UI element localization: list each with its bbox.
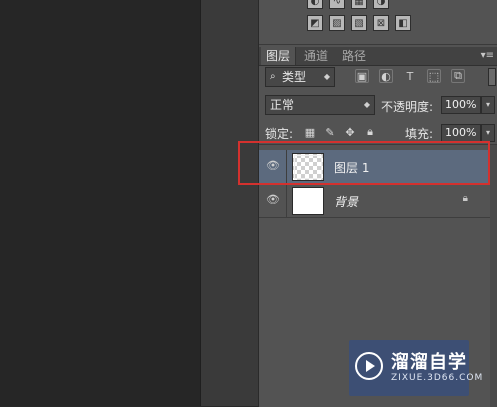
opacity-label: 不透明度: xyxy=(381,100,434,114)
opacity-slider-toggle[interactable]: ▾ xyxy=(481,96,495,114)
layer-row-background[interactable]: 👁︎ 背景 🔒︎ xyxy=(259,184,490,218)
fill-input[interactable]: 100% xyxy=(441,124,481,142)
lock-options: ▦ ✎ ✥ 🔒︎ xyxy=(304,125,376,139)
filter-kind-dropdown[interactable]: ⌕ 类型 ◆ xyxy=(265,67,335,87)
threshold-adjust-icon[interactable]: ▧ xyxy=(351,15,367,31)
watermark-url: ZIXUE.3D66.COM xyxy=(391,373,484,383)
tab-layers[interactable]: 图层 xyxy=(261,47,297,65)
opacity-input[interactable]: 100% xyxy=(441,96,481,114)
adjustment-filter-icon[interactable]: ◐ xyxy=(379,69,393,83)
layer-lock-icon: 🔒︎ xyxy=(462,193,468,204)
watermark: 溜溜自学 ZIXUE.3D66.COM xyxy=(349,340,482,396)
visibility-eye-icon[interactable]: 👁︎ xyxy=(265,159,281,173)
adjustments-panel: ◐ ∿ ▦ ◑ ◩ ▨ ▧ ⊠ ◧ xyxy=(259,0,497,45)
selective-color-adjust-icon[interactable]: ◧ xyxy=(395,15,411,31)
lock-label: 锁定: xyxy=(265,127,294,141)
fill-slider-toggle[interactable]: ▾ xyxy=(481,124,495,142)
curves-adjust-icon[interactable]: ∿ xyxy=(329,0,345,9)
watermark-title: 溜溜自学 xyxy=(391,352,467,373)
filter-toggle-switch[interactable] xyxy=(488,68,496,86)
adjustments-row-2: ◩ ▨ ▧ ⊠ ◧ xyxy=(307,15,411,31)
row-divider xyxy=(286,150,287,184)
layer-name[interactable]: 图层 1 xyxy=(334,159,369,176)
row-divider xyxy=(286,184,287,218)
lock-transparency-icon[interactable]: ▦ xyxy=(304,126,316,139)
lock-pixels-icon[interactable]: ✎ xyxy=(324,126,336,139)
search-icon: ⌕ xyxy=(270,71,276,82)
play-logo-icon xyxy=(355,352,383,380)
panel-gutter xyxy=(200,0,259,406)
posterize-adjust-icon[interactable]: ▨ xyxy=(329,15,345,31)
invert-adjust-icon[interactable]: ◩ xyxy=(307,15,323,31)
fill-label: 填充: xyxy=(405,127,434,141)
gradient-map-adjust-icon[interactable]: ⊠ xyxy=(373,15,389,31)
layers-scrollbar[interactable] xyxy=(490,145,497,407)
smart-object-filter-icon[interactable]: ⧉ xyxy=(451,69,465,83)
shape-filter-icon[interactable]: ⬚ xyxy=(427,69,441,83)
chevron-updown-icon: ◆ xyxy=(323,72,330,81)
tab-paths[interactable]: 路径 xyxy=(337,47,371,65)
tab-channels[interactable]: 通道 xyxy=(299,47,333,65)
document-canvas[interactable] xyxy=(0,0,200,406)
blend-mode-value: 正常 xyxy=(270,98,295,112)
layer-thumbnail xyxy=(292,187,324,215)
chevron-updown-icon: ◆ xyxy=(363,100,370,109)
pixel-filter-icon[interactable]: ▣ xyxy=(355,69,369,83)
panel-tabs: 图层 通道 路径 ▾≡ xyxy=(259,47,497,66)
lock-all-icon[interactable]: 🔒︎ xyxy=(364,125,376,138)
blend-mode-dropdown[interactable]: 正常 ◆ xyxy=(265,95,375,115)
filter-kind-label: 类型 xyxy=(282,70,307,84)
layer-name[interactable]: 背景 xyxy=(334,193,358,210)
brightness-adjust-icon[interactable]: ◐ xyxy=(307,0,323,9)
panel-menu-icon[interactable]: ▾≡ xyxy=(481,47,494,65)
lock-position-icon[interactable]: ✥ xyxy=(344,126,356,139)
exposure-adjust-icon[interactable]: ◑ xyxy=(373,0,389,9)
layer-row-layer-1[interactable]: 👁︎ 图层 1 xyxy=(259,150,490,184)
levels-adjust-icon[interactable]: ▦ xyxy=(351,0,367,9)
type-filter-icon[interactable]: T xyxy=(403,69,417,83)
layer-thumbnail xyxy=(292,153,324,181)
adjustments-row-1: ◐ ∿ ▦ ◑ xyxy=(307,0,389,9)
layer-filter-icons: ▣ ◐ T ⬚ ⧉ xyxy=(355,69,465,83)
visibility-eye-icon[interactable]: 👁︎ xyxy=(265,193,281,207)
